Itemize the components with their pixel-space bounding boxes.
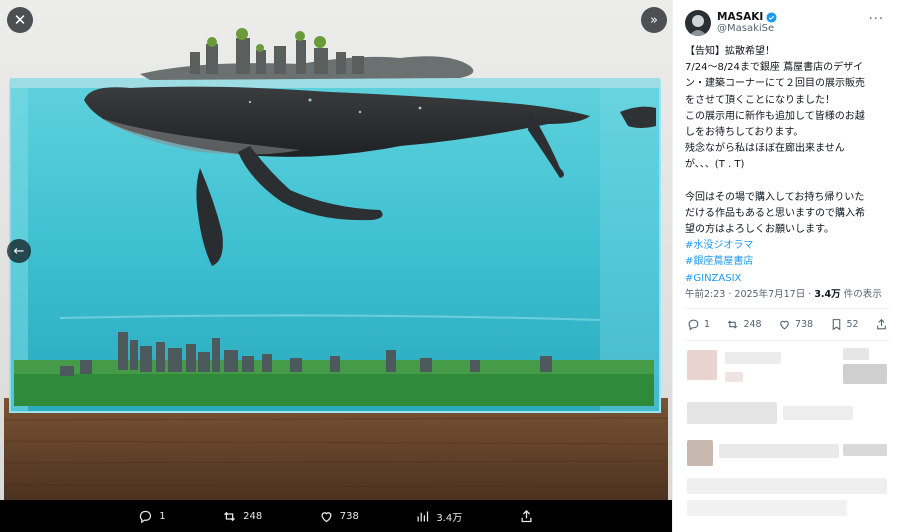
post-text-line: が、、、(T . T): [685, 159, 745, 171]
double-chevron-right-icon: »: [650, 12, 658, 28]
share-button[interactable]: [875, 318, 888, 331]
post-text-line: をさせて頂くことになりました！: [685, 94, 835, 106]
viewer-action-bar: 1 248 738 3.4万: [0, 500, 672, 532]
blurred-text: [843, 444, 887, 456]
repost-count: 248: [743, 319, 762, 330]
blurred-text: [687, 500, 847, 516]
post-text-line: ン・建築コーナーにて２回目の展示販売: [685, 78, 865, 90]
post-author: MASAKI @MasakiSe ···: [685, 8, 890, 38]
like-button[interactable]: 738: [778, 318, 813, 331]
hashtag-link[interactable]: #銀座蔦屋書店: [685, 254, 893, 270]
post-text-line: しをお待ちしております。: [685, 127, 804, 139]
blurred-text: [687, 402, 777, 424]
close-icon: ✕: [13, 10, 27, 29]
bookmark-count: 52: [846, 319, 859, 330]
verified-badge-icon: [766, 11, 777, 23]
post-text: 【告知】拡散希望！ 7/24〜8/24まで銀座 蔦屋書店のデザイ ン・建築コーナ…: [685, 44, 893, 287]
reply-count: 1: [704, 319, 711, 330]
viewer-repost-button[interactable]: 248: [222, 509, 262, 524]
hashtag-link[interactable]: #水没ジオラマ: [685, 238, 893, 254]
post-meta: 午前2:23 · 2025年7月17日 · 3.4万 件の表示: [685, 286, 882, 300]
views-icon: [417, 511, 429, 521]
repost-icon: [224, 511, 236, 521]
blurred-text: [719, 444, 839, 458]
post-text-line: 【告知】拡散希望！: [685, 46, 775, 57]
post-views-count: 3.4万: [814, 289, 841, 300]
more-options-icon[interactable]: ···: [869, 12, 884, 27]
share-icon: [877, 318, 886, 330]
post-text-line: 7/24〜8/24まで銀座 蔦屋書店のデザイ: [685, 62, 864, 74]
hashtag-link[interactable]: #GINZASIX: [685, 271, 893, 287]
post-text-line: 今回はその場で購入してお持ち帰りいた: [685, 191, 865, 203]
blurred-text: [725, 352, 781, 364]
post-engagement-bar: 1 248 738 52: [687, 318, 888, 331]
post-text-line: 残念ながら私はほぼ在廊出来ません: [685, 143, 845, 155]
bookmark-button[interactable]: 52: [830, 318, 859, 331]
repost-icon: [728, 320, 738, 329]
viewer-reply-button[interactable]: 1: [138, 509, 166, 524]
blurred-text: [725, 372, 743, 382]
bookmark-icon: [832, 319, 840, 331]
divider: [685, 340, 890, 341]
arrow-left-icon: ←: [13, 243, 25, 259]
previous-image-button[interactable]: ←: [7, 239, 31, 263]
media-viewer: ✕ » ← 1 248 738 3.4万: [0, 0, 672, 532]
expand-panel-button[interactable]: »: [641, 7, 667, 33]
viewer-repost-count: 248: [243, 510, 263, 522]
post-views-label: 件の表示: [843, 289, 882, 300]
blurred-text: [783, 406, 853, 420]
post-text-line: この展示用に新作も追加して皆様のお越: [685, 110, 865, 122]
author-names: MASAKI @MasakiSe: [717, 11, 777, 36]
blurred-avatar: [687, 350, 717, 380]
viewer-like-button[interactable]: 738: [319, 509, 359, 524]
author-display-name-row[interactable]: MASAKI: [717, 11, 777, 24]
author-display-name: MASAKI: [717, 10, 764, 23]
post-text-line: だける作品もあると思いますので購入希: [685, 207, 865, 219]
viewer-reply-count: 1: [159, 510, 166, 522]
post-text-blank-line: [685, 174, 893, 190]
share-icon: [521, 509, 532, 522]
blurred-text: [843, 364, 887, 384]
viewer-views-button[interactable]: 3.4万: [415, 509, 462, 524]
avatar[interactable]: [685, 10, 711, 36]
post-detail-panel: MASAKI @MasakiSe ··· 【告知】拡散希望！ 7/24〜8/24…: [672, 0, 900, 532]
reply-button[interactable]: 1: [687, 318, 710, 331]
viewer-views-count: 3.4万: [436, 512, 463, 524]
blurred-text: [687, 478, 887, 494]
divider: [685, 308, 890, 309]
post-photo[interactable]: [0, 0, 672, 500]
reply-icon: [140, 510, 152, 523]
viewer-share-button[interactable]: [519, 509, 534, 524]
post-date[interactable]: 2025年7月17日: [734, 289, 805, 300]
blurred-avatar: [687, 440, 713, 466]
reply-icon: [688, 319, 699, 331]
like-icon: [780, 320, 789, 330]
repost-button[interactable]: 248: [726, 318, 762, 331]
blurred-text: [843, 348, 869, 360]
post-time[interactable]: 午前2:23: [685, 289, 725, 300]
like-count: 738: [794, 319, 814, 330]
close-button[interactable]: ✕: [7, 7, 33, 33]
post-text-line: 望の方はよろしくお願いします。: [685, 224, 834, 236]
viewer-like-count: 738: [339, 510, 359, 522]
author-handle[interactable]: @MasakiSe: [717, 23, 777, 35]
like-icon: [321, 511, 332, 522]
